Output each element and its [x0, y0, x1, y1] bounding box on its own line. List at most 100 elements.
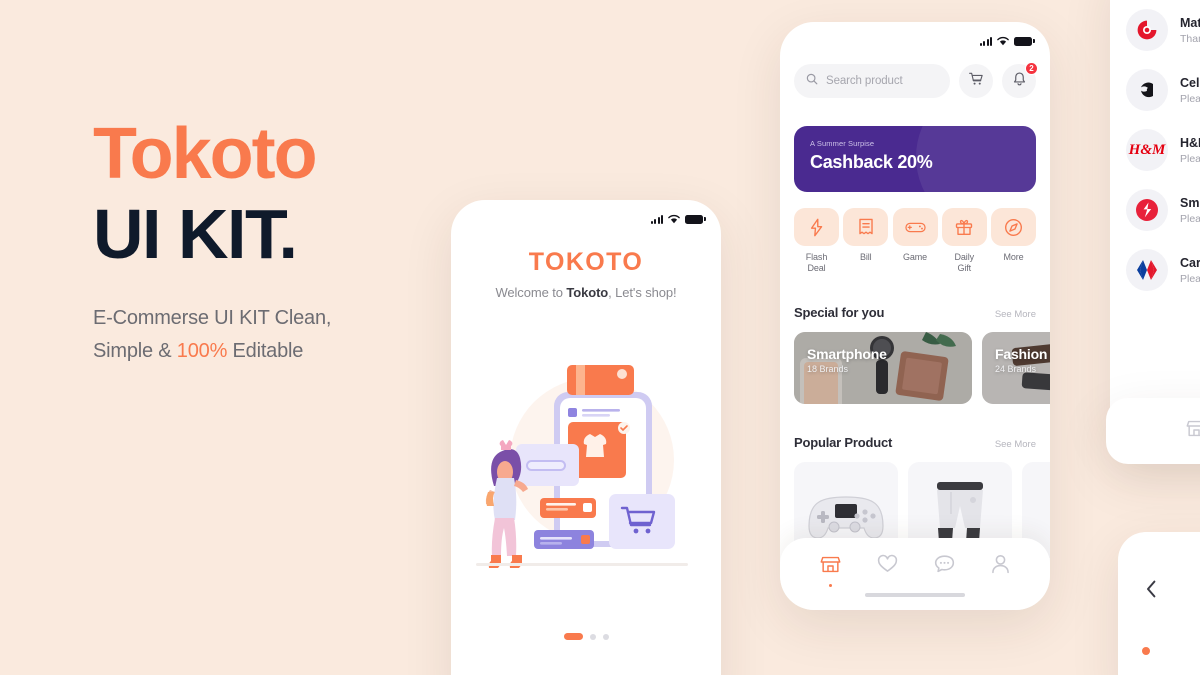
panel-brand-messages: Mat Than Celc Plea H&M H&M Plea Smi Plea [1110, 0, 1200, 440]
special-card-fashion[interactable]: Fashion 24 Brands [982, 332, 1050, 404]
category-label: Daily Gift [954, 252, 974, 274]
promo-banner[interactable]: A Summer Surpise Cashback 20% [794, 126, 1036, 192]
nav-chat[interactable] [934, 554, 955, 578]
status-bar [650, 214, 706, 224]
notification-button[interactable]: 2 [1002, 62, 1038, 98]
welcome-brand: Tokoto [566, 285, 609, 300]
welcome-part-c: , Let's shop! [608, 285, 677, 300]
list-item[interactable]: Smi Plea [1110, 180, 1200, 240]
category-flash-deal[interactable]: Flash Deal [794, 208, 839, 275]
battery-icon [685, 214, 706, 224]
welcome-part-a: Welcome to [495, 285, 567, 300]
brand-message: Plea [1180, 212, 1200, 225]
category-more[interactable]: More [991, 208, 1036, 275]
hero-subtitle-accent: 100% [176, 339, 228, 362]
hero-subtitle-part-a: Simple & [93, 339, 177, 362]
category-game[interactable]: Game [892, 208, 938, 275]
brand-message: Plea [1180, 272, 1200, 285]
pager-dot-1[interactable] [563, 633, 583, 640]
onboarding-brand-title: TOKOTO [528, 248, 644, 276]
list-item[interactable]: Celc Plea [1110, 60, 1200, 120]
color-swatch-1[interactable] [1142, 647, 1150, 655]
red-product [1048, 483, 1050, 558]
panel-product-detail [1118, 532, 1200, 675]
see-more-link[interactable]: See More [995, 309, 1036, 320]
category-bill[interactable]: Bill [843, 208, 889, 275]
list-item[interactable]: Carr Plea [1110, 240, 1200, 300]
brand-name: Carr [1180, 255, 1200, 270]
brand-name: Mat [1180, 15, 1200, 30]
section-title: Popular Product [794, 435, 893, 450]
home-top-bar: Search product 2 [794, 62, 1038, 98]
brand-message: Plea [1180, 92, 1200, 105]
battery-icon [1014, 36, 1035, 46]
category-label: More [1003, 252, 1024, 262]
carrefour-logo [1126, 249, 1168, 291]
heart-icon [877, 554, 898, 578]
user-icon [991, 554, 1010, 579]
gamepad-icon [892, 208, 938, 246]
list-item[interactable]: Mat Than [1110, 0, 1200, 60]
category-label: Flash Deal [805, 252, 828, 274]
onboarding-pager[interactable] [451, 633, 721, 640]
bill-icon [843, 208, 889, 246]
category-daily-gift[interactable]: Daily Gift [941, 208, 987, 275]
signal-icon [979, 36, 992, 46]
hero-subtitle-line2: Simple & 100% Editable [93, 335, 513, 368]
wifi-icon [997, 36, 1009, 46]
hm-logo: H&M [1126, 129, 1168, 171]
gamepad-product [808, 496, 884, 539]
signal-icon [650, 214, 663, 224]
hero-title-primary: Tokoto [93, 114, 318, 194]
see-more-link[interactable]: See More [995, 439, 1036, 450]
category-label: Game [902, 252, 928, 262]
special-card-list[interactable]: Smartphone 18 Brands Fashion 24 Brands [794, 332, 1050, 404]
promo-eyebrow: A Summer Surpise [810, 139, 875, 148]
notification-badge: 2 [1025, 62, 1038, 75]
list-item[interactable]: H&M H&M Plea [1110, 120, 1200, 180]
panel-store-tab[interactable] [1106, 398, 1200, 464]
bottom-navigation [780, 538, 1050, 610]
store-icon [1186, 418, 1200, 444]
special-card-smartphone[interactable]: Smartphone 18 Brands [794, 332, 972, 404]
brand-message: Plea [1180, 152, 1200, 165]
brand-name: H&M [1180, 135, 1200, 150]
bell-icon [1012, 71, 1027, 92]
hero-section: Tokoto UI KIT. E-Commerse UI KIT Clean, … [93, 118, 513, 368]
special-card-name: Fashion [995, 346, 1048, 362]
hero-subtitle-line1: E-Commerse UI KIT Clean, [93, 306, 332, 329]
special-card-sub: 18 Brands [807, 364, 849, 374]
cart-icon [968, 71, 984, 92]
chevron-left-icon[interactable] [1146, 580, 1157, 603]
gift-icon [941, 208, 987, 246]
search-placeholder: Search product [826, 75, 903, 87]
pager-dot-3[interactable] [602, 633, 609, 640]
nav-profile[interactable] [991, 554, 1010, 579]
wifi-icon [668, 214, 680, 224]
special-card-name: Smartphone [807, 346, 887, 362]
section-title: Special for you [794, 305, 885, 320]
smi-logo [1126, 189, 1168, 231]
brand-name: Smi [1180, 195, 1200, 210]
nav-store[interactable] [820, 554, 841, 587]
chat-icon [934, 554, 955, 578]
pager-dot-2[interactable] [589, 633, 596, 640]
cart-button[interactable] [959, 64, 993, 98]
promo-title: Cashback 20% [810, 152, 933, 172]
special-section-header: Special for you See More [794, 305, 1036, 320]
search-input[interactable]: Search product [794, 64, 950, 98]
store-icon [820, 554, 841, 580]
category-label: Bill [859, 252, 872, 262]
matahari-logo [1126, 9, 1168, 51]
nav-wishlist[interactable] [877, 554, 898, 578]
phone-mockup-home: Search product 2 A Summer Surpise Cashba… [780, 22, 1050, 610]
shopping-illustration [464, 360, 708, 590]
search-icon [806, 72, 818, 90]
phone-mockup-onboarding: TOKOTO Welcome to Tokoto, Let's shop! [451, 200, 721, 675]
special-card-sub: 24 Brands [995, 364, 1037, 374]
hero-subtitle: E-Commerse UI KIT Clean, Simple & 100% E… [93, 302, 513, 368]
brand-message: Than [1180, 32, 1200, 45]
home-indicator [865, 593, 965, 597]
nav-active-dot [829, 584, 832, 587]
brand-name: Celc [1180, 75, 1200, 90]
